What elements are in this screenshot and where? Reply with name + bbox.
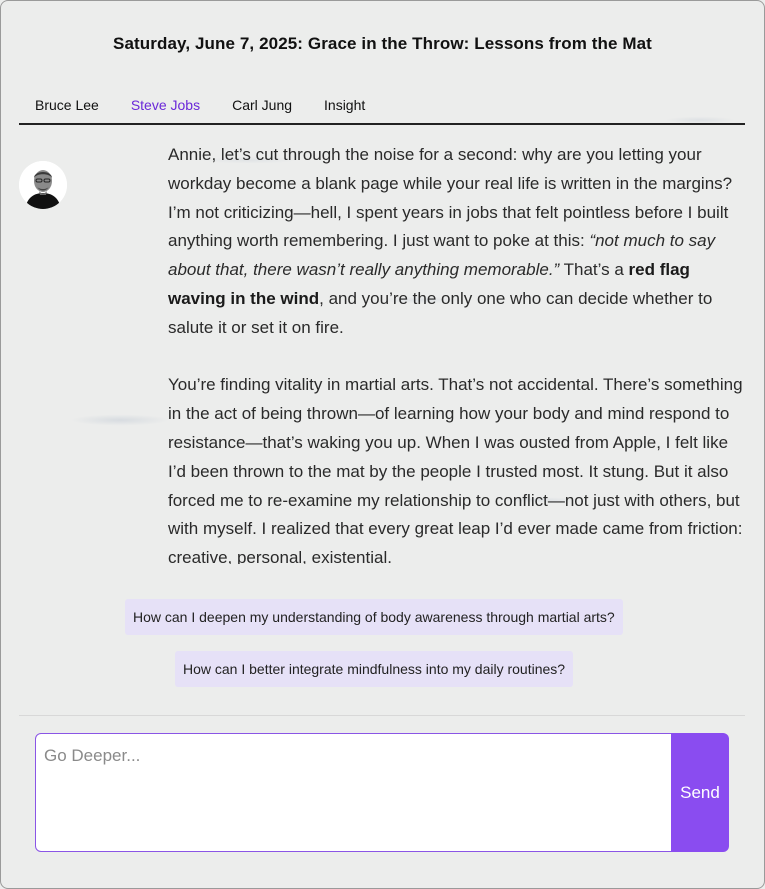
persona-portrait-icon	[19, 161, 67, 209]
avatar	[19, 161, 67, 209]
tab-carl-jung[interactable]: Carl Jung	[216, 96, 308, 116]
message-input[interactable]	[35, 733, 673, 852]
divider	[19, 715, 745, 716]
send-button[interactable]: Send	[671, 733, 729, 852]
persona-tabs: Bruce Lee Steve Jobs Carl Jung Insight	[19, 96, 745, 125]
suggestion-chip[interactable]: How can I better integrate mindfulness i…	[175, 651, 574, 687]
tab-steve-jobs[interactable]: Steve Jobs	[115, 96, 216, 116]
assistant-message: Annie, let’s cut through the noise for a…	[168, 141, 746, 564]
message-text: That’s a	[559, 260, 629, 280]
message-paragraph: Annie, let’s cut through the noise for a…	[168, 141, 746, 343]
suggestion-chip[interactable]: How can I deepen my understanding of bod…	[125, 599, 623, 635]
message-paragraph: You’re finding vitality in martial arts.…	[168, 375, 743, 564]
tab-bruce-lee[interactable]: Bruce Lee	[19, 96, 115, 116]
tab-insight[interactable]: Insight	[308, 96, 381, 116]
page-title: Saturday, June 7, 2025: Grace in the Thr…	[113, 34, 652, 53]
